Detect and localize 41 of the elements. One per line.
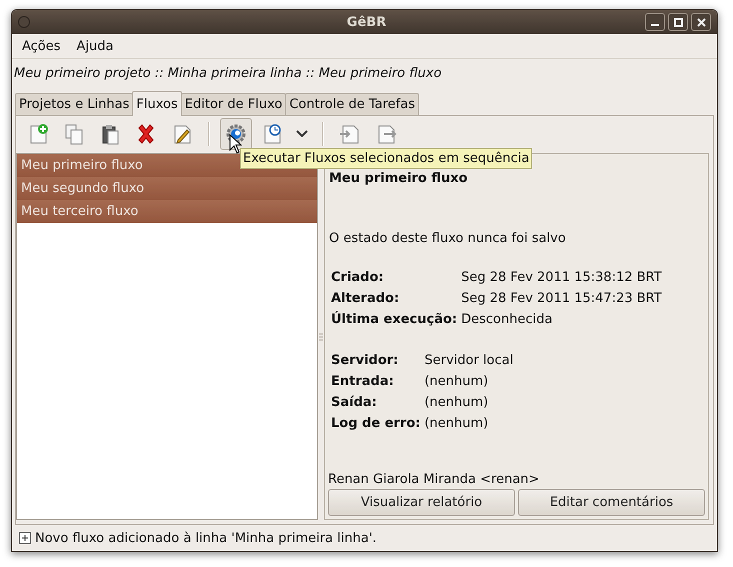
field-label: Servidor: — [331, 353, 400, 368]
field-label: Log de erro: — [331, 416, 420, 431]
action-button[interactable]: Visualizar relatório — [328, 489, 515, 516]
field-label: Última execução: — [331, 312, 458, 327]
pane-grip-icon[interactable] — [319, 333, 323, 342]
tab[interactable]: Controle de Tarefas — [285, 93, 419, 115]
field-value: Servidor local — [424, 353, 514, 368]
field-value: Seg 28 Fev 2011 15:47:23 BRT — [461, 291, 662, 306]
maximize-button[interactable] — [668, 13, 688, 31]
maximize-icon — [674, 18, 682, 26]
tab[interactable]: Fluxos — [132, 91, 182, 116]
field-label: Criado: — [331, 270, 385, 285]
field-value: Desconhecida — [461, 312, 554, 327]
copy-icon — [63, 122, 85, 144]
menu-item[interactable]: Ajuda — [68, 38, 122, 54]
field-value: (nenhum) — [424, 395, 490, 410]
flow-item[interactable]: Meu terceiro fluxo — [17, 200, 317, 223]
tooltip: Executar Fluxos selecionados em sequência — [240, 148, 532, 169]
status-text: Novo fluxo adicionado à linha 'Minha primeira linha'. — [35, 530, 377, 546]
window-title: GêBR — [346, 14, 388, 30]
field-label: Saída: — [331, 395, 378, 410]
flow-title: Meu primeiro fluxo — [329, 171, 469, 188]
tab[interactable]: Editor de Fluxo — [180, 93, 286, 115]
tab[interactable]: Projetos e Linhas — [15, 93, 134, 115]
caret-icon — [296, 130, 308, 137]
field-value: (nenhum) — [424, 374, 490, 389]
flow-item[interactable]: Meu segundo fluxo — [17, 177, 317, 200]
action-button[interactable]: Editar comentários — [518, 489, 705, 516]
author-text: Renan Giarola Miranda <renan> — [328, 472, 540, 487]
field-value: (nenhum) — [424, 416, 490, 431]
menu-item[interactable]: Ações — [14, 38, 69, 54]
breadcrumb-text: Meu primeiro projeto :: Minha primeira linha :: Meu primeiro fluxo — [13, 65, 443, 83]
field-label: Alterado: — [331, 291, 400, 306]
import-document-icon — [339, 122, 361, 144]
minimize-button[interactable] — [645, 13, 665, 31]
expander-icon[interactable] — [19, 532, 31, 544]
field-value: Seg 28 Fev 2011 15:38:12 BRT — [461, 270, 662, 285]
close-button[interactable] — [691, 13, 711, 31]
flow-state-text: O estado deste fluxo nunca foi salvo — [329, 231, 567, 246]
field-label: Entrada: — [331, 374, 395, 389]
close-icon — [696, 18, 706, 26]
